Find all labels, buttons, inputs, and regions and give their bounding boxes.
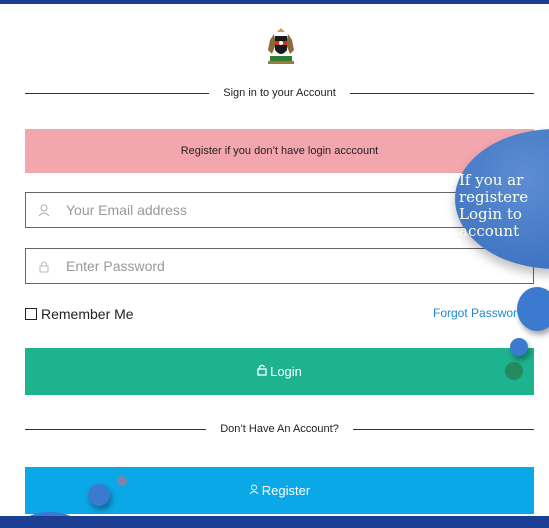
- login-card: Sign in to your Account Register if you …: [0, 0, 549, 516]
- signin-divider: Sign in to your Account: [25, 85, 535, 101]
- unlock-icon: [257, 364, 270, 379]
- login-button[interactable]: Login: [25, 348, 534, 395]
- login-label: Login: [270, 364, 302, 379]
- user-icon: [36, 202, 52, 218]
- divider-line-left: [25, 92, 210, 94]
- no-account-heading: Don’t Have An Account?: [220, 423, 339, 435]
- lock-icon: [36, 258, 52, 274]
- signin-heading: Sign in to your Account: [223, 87, 336, 99]
- thought-dot-large: [517, 287, 549, 331]
- divider-line-left: [25, 428, 207, 430]
- thought-dot-shadow: [505, 362, 523, 380]
- register-divider: Don’t Have An Account?: [25, 421, 535, 437]
- remember-me[interactable]: Remember Me: [25, 306, 134, 322]
- thought-dot-bottom-medium: [88, 484, 110, 506]
- password-input[interactable]: [64, 257, 533, 275]
- register-alert: Register if you don’t have login acccoun…: [25, 129, 534, 173]
- thought-dot-medium: [510, 338, 528, 356]
- remember-label: Remember Me: [41, 306, 134, 322]
- register-label: Register: [261, 483, 311, 498]
- tooltip-text: If you ar registere Login to account: [459, 171, 529, 240]
- coat-of-arms-logo: [262, 26, 300, 68]
- remember-checkbox[interactable]: [25, 308, 37, 320]
- thought-dot-bottom-small: [117, 476, 127, 486]
- divider-line-right: [352, 428, 535, 430]
- user-icon: [249, 483, 262, 498]
- divider-line-right: [349, 92, 535, 94]
- password-field[interactable]: [25, 248, 534, 284]
- forgot-password-link[interactable]: Forgot Passwor: [433, 306, 517, 320]
